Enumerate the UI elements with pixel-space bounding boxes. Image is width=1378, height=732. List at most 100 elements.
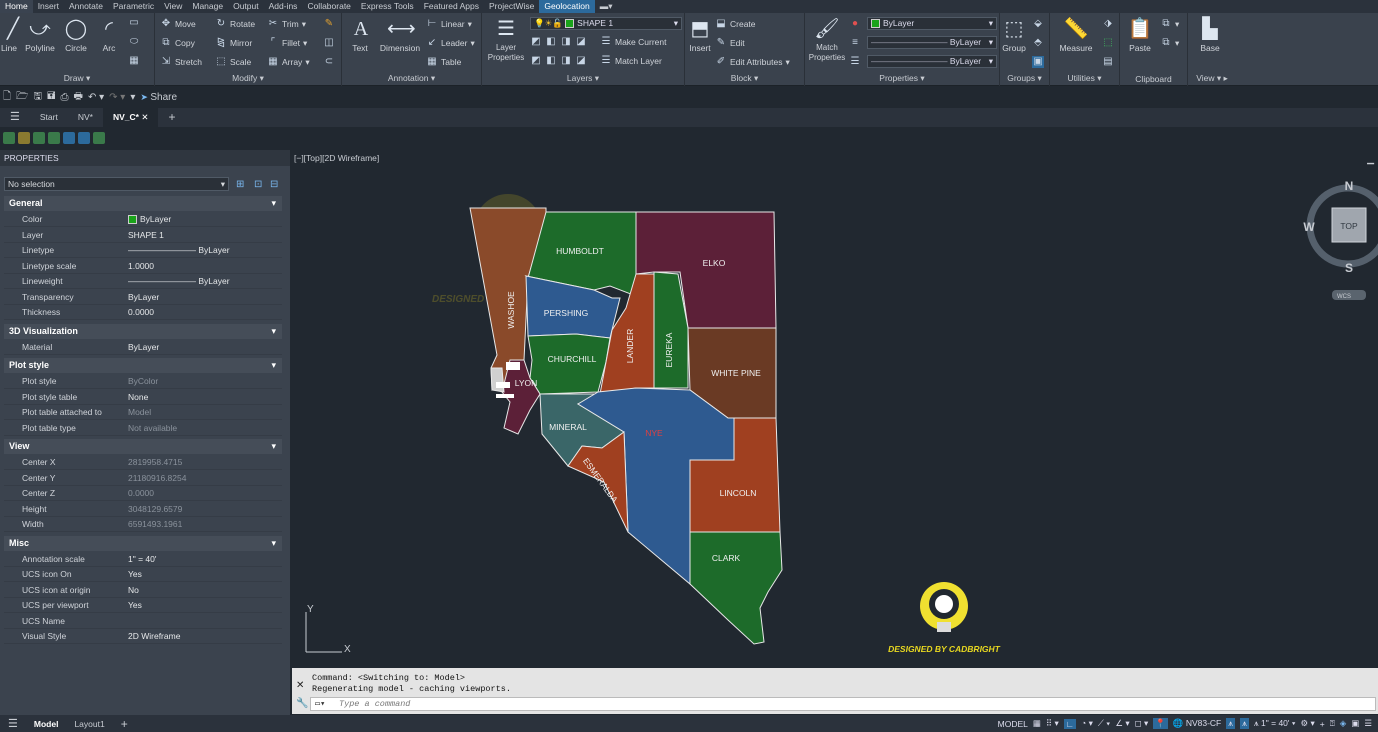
model-space-toggle[interactable]: MODEL: [998, 719, 1028, 729]
tab-model[interactable]: Model: [26, 719, 67, 729]
annotation-panel-title[interactable]: Annotation ▾: [342, 73, 481, 84]
property-row[interactable]: Linetype scale 1.0000: [4, 259, 282, 274]
property-row[interactable]: Visual Style 2D Wireframe: [4, 629, 282, 644]
geo-tool-2-icon[interactable]: [18, 132, 30, 144]
match-properties-button[interactable]: 🖌 Match Properties: [807, 17, 847, 63]
collapse-icon[interactable]: ▾: [271, 324, 276, 339]
erase-button[interactable]: ✎: [323, 18, 335, 30]
property-row[interactable]: Color ByLayer: [4, 212, 282, 227]
ribbon-toggle-icon[interactable]: ▬▾: [595, 0, 618, 13]
tab-home[interactable]: Home: [0, 0, 33, 13]
drawing-viewport[interactable]: [−][Top][2D Wireframe] ▁ DESIGNED BY CAD…: [292, 150, 1378, 668]
new-tab-button[interactable]: +: [158, 108, 185, 127]
group-button[interactable]: ⬚ Group: [1000, 17, 1028, 53]
polyline-button[interactable]: ⤻ Polyline: [22, 17, 58, 53]
property-row[interactable]: Transparency ByLayer: [4, 290, 282, 305]
array-button[interactable]: ▦ Array ▾: [267, 56, 309, 68]
save-as-icon[interactable]: 🖬: [47, 89, 56, 106]
layer-dropdown[interactable]: 💡☀🔓 SHAPE 1 ▾: [530, 17, 682, 30]
tab-express-tools[interactable]: Express Tools: [356, 0, 419, 13]
circle-button[interactable]: ◯ Circle: [62, 17, 90, 53]
collapse-icon[interactable]: ▾: [271, 439, 276, 454]
trim-button[interactable]: ✂ Trim ▾: [267, 18, 306, 30]
move-button[interactable]: ✥ Move: [160, 18, 196, 30]
tab-featured-apps[interactable]: Featured Apps: [419, 0, 484, 13]
hardware-accel-icon[interactable]: ▣: [1351, 718, 1359, 729]
rectangle-button[interactable]: ▭: [128, 17, 140, 29]
ungroup-button[interactable]: ⬙: [1032, 18, 1044, 30]
collapse-icon[interactable]: ▾: [271, 196, 276, 211]
dimension-button[interactable]: ⟷ Dimension: [378, 17, 422, 53]
clean-screen-icon[interactable]: ☰: [1364, 718, 1372, 729]
share-button[interactable]: ➤ Share: [140, 92, 177, 103]
property-row[interactable]: Center Y 21180916.8254: [4, 471, 282, 486]
layer-tools-row-2[interactable]: ◩ ◧ ◨ ◪: [530, 55, 587, 67]
tab-projectwise[interactable]: ProjectWise: [484, 0, 539, 13]
section-header[interactable]: General ▾: [4, 196, 282, 211]
draw-panel-title[interactable]: Draw ▾: [0, 73, 154, 84]
selection-dropdown[interactable]: No selection ▾: [4, 177, 229, 191]
property-row[interactable]: Center Z 0.0000: [4, 486, 282, 501]
linetype-dropdown[interactable]: ————————— ByLayer ▾: [867, 36, 997, 49]
property-row[interactable]: Layer SHAPE 1: [4, 228, 282, 243]
leader-button[interactable]: ↙ Leader ▾: [426, 37, 475, 49]
hatch-button[interactable]: ▦: [128, 55, 140, 67]
collapse-icon[interactable]: ▾: [271, 536, 276, 551]
group-select-button[interactable]: ▣: [1032, 56, 1044, 68]
file-tab-start[interactable]: Start: [30, 108, 68, 127]
cut-button[interactable]: ⧉ ▾: [1160, 18, 1179, 30]
quick-select-icon[interactable]: ⊟: [270, 179, 278, 190]
properties-panel-title[interactable]: Properties ▾: [805, 73, 999, 84]
property-row[interactable]: UCS per viewport Yes: [4, 598, 282, 613]
tab-view[interactable]: View: [159, 0, 187, 13]
modify-panel-title[interactable]: Modify ▾: [155, 73, 341, 84]
plot-icon[interactable]: 🖶: [73, 89, 82, 106]
text-button[interactable]: A Text: [348, 17, 372, 53]
lineweight-dropdown[interactable]: ————————— ByLayer ▾: [867, 55, 997, 68]
table-button[interactable]: ▦ Table: [426, 56, 461, 68]
coord-system[interactable]: 🌐 NV83-CF: [1173, 718, 1221, 729]
section-header[interactable]: Plot style ▾: [4, 358, 282, 373]
property-row[interactable]: Material ByLayer: [4, 340, 282, 355]
fillet-button[interactable]: ⌜ Fillet ▾: [267, 37, 308, 49]
property-row[interactable]: Plot style ByColor: [4, 374, 282, 389]
property-row[interactable]: Height 3048129.6579: [4, 502, 282, 517]
workspace-gear-icon[interactable]: ⚙ ▾: [1300, 718, 1314, 729]
toggle-pickadd-icon[interactable]: ⊞: [236, 179, 244, 190]
mirror-button[interactable]: ⧎ Mirror: [215, 37, 252, 49]
offset-button[interactable]: ⊂: [323, 56, 335, 68]
close-icon[interactable]: ✕: [141, 112, 148, 122]
compass-n[interactable]: N: [1345, 179, 1354, 193]
edit-attributes-button[interactable]: ✐ Edit Attributes ▾: [715, 56, 790, 68]
snap-icon[interactable]: ⠿ ▾: [1046, 718, 1059, 729]
layers-panel-title[interactable]: Layers ▾: [482, 73, 684, 84]
tab-insert[interactable]: Insert: [33, 0, 64, 13]
units-icon[interactable]: ⍰: [1330, 718, 1335, 729]
object-snap-icon[interactable]: ◻ ▾: [1135, 718, 1149, 729]
tab-collaborate[interactable]: Collaborate: [302, 0, 355, 13]
annotation-scale[interactable]: ⩚ 1" = 40' ▾: [1254, 718, 1296, 729]
geo-tool-7-icon[interactable]: [93, 132, 105, 144]
block-panel-title[interactable]: Block ▾: [685, 73, 804, 84]
property-row[interactable]: Thickness 0.0000: [4, 305, 282, 320]
edit-block-button[interactable]: ✎ Edit: [715, 37, 745, 49]
tab-annotate[interactable]: Annotate: [64, 0, 108, 13]
utilities-panel-title[interactable]: Utilities ▾: [1050, 73, 1119, 84]
object-snap-tracking-icon[interactable]: ∠ ▾: [1115, 718, 1129, 729]
select-all-button[interactable]: ⬚: [1102, 37, 1114, 49]
file-tab-nv[interactable]: NV*: [68, 108, 103, 127]
auto-scale-icon[interactable]: ⩚: [1240, 718, 1249, 729]
layer-properties-button[interactable]: ☰ Layer Properties: [484, 17, 528, 63]
compass-s[interactable]: S: [1345, 261, 1353, 275]
property-row[interactable]: Annotation scale 1" = 40': [4, 552, 282, 567]
annotation-monitor-icon[interactable]: +: [1320, 719, 1325, 729]
tab-layout1[interactable]: Layout1: [66, 719, 112, 729]
property-row[interactable]: Lineweight ———————— ByLayer: [4, 274, 282, 289]
section-header[interactable]: Misc ▾: [4, 535, 282, 551]
color-dropdown[interactable]: ByLayer ▾: [867, 17, 997, 30]
insert-button[interactable]: ⬒ Insert: [687, 17, 713, 53]
geolocation-icon[interactable]: 📍: [1153, 718, 1168, 729]
command-customize-icon[interactable]: 🔧: [296, 698, 308, 709]
base-button[interactable]: ▙ Base: [1192, 17, 1228, 53]
explode-button[interactable]: ◫: [323, 37, 335, 49]
